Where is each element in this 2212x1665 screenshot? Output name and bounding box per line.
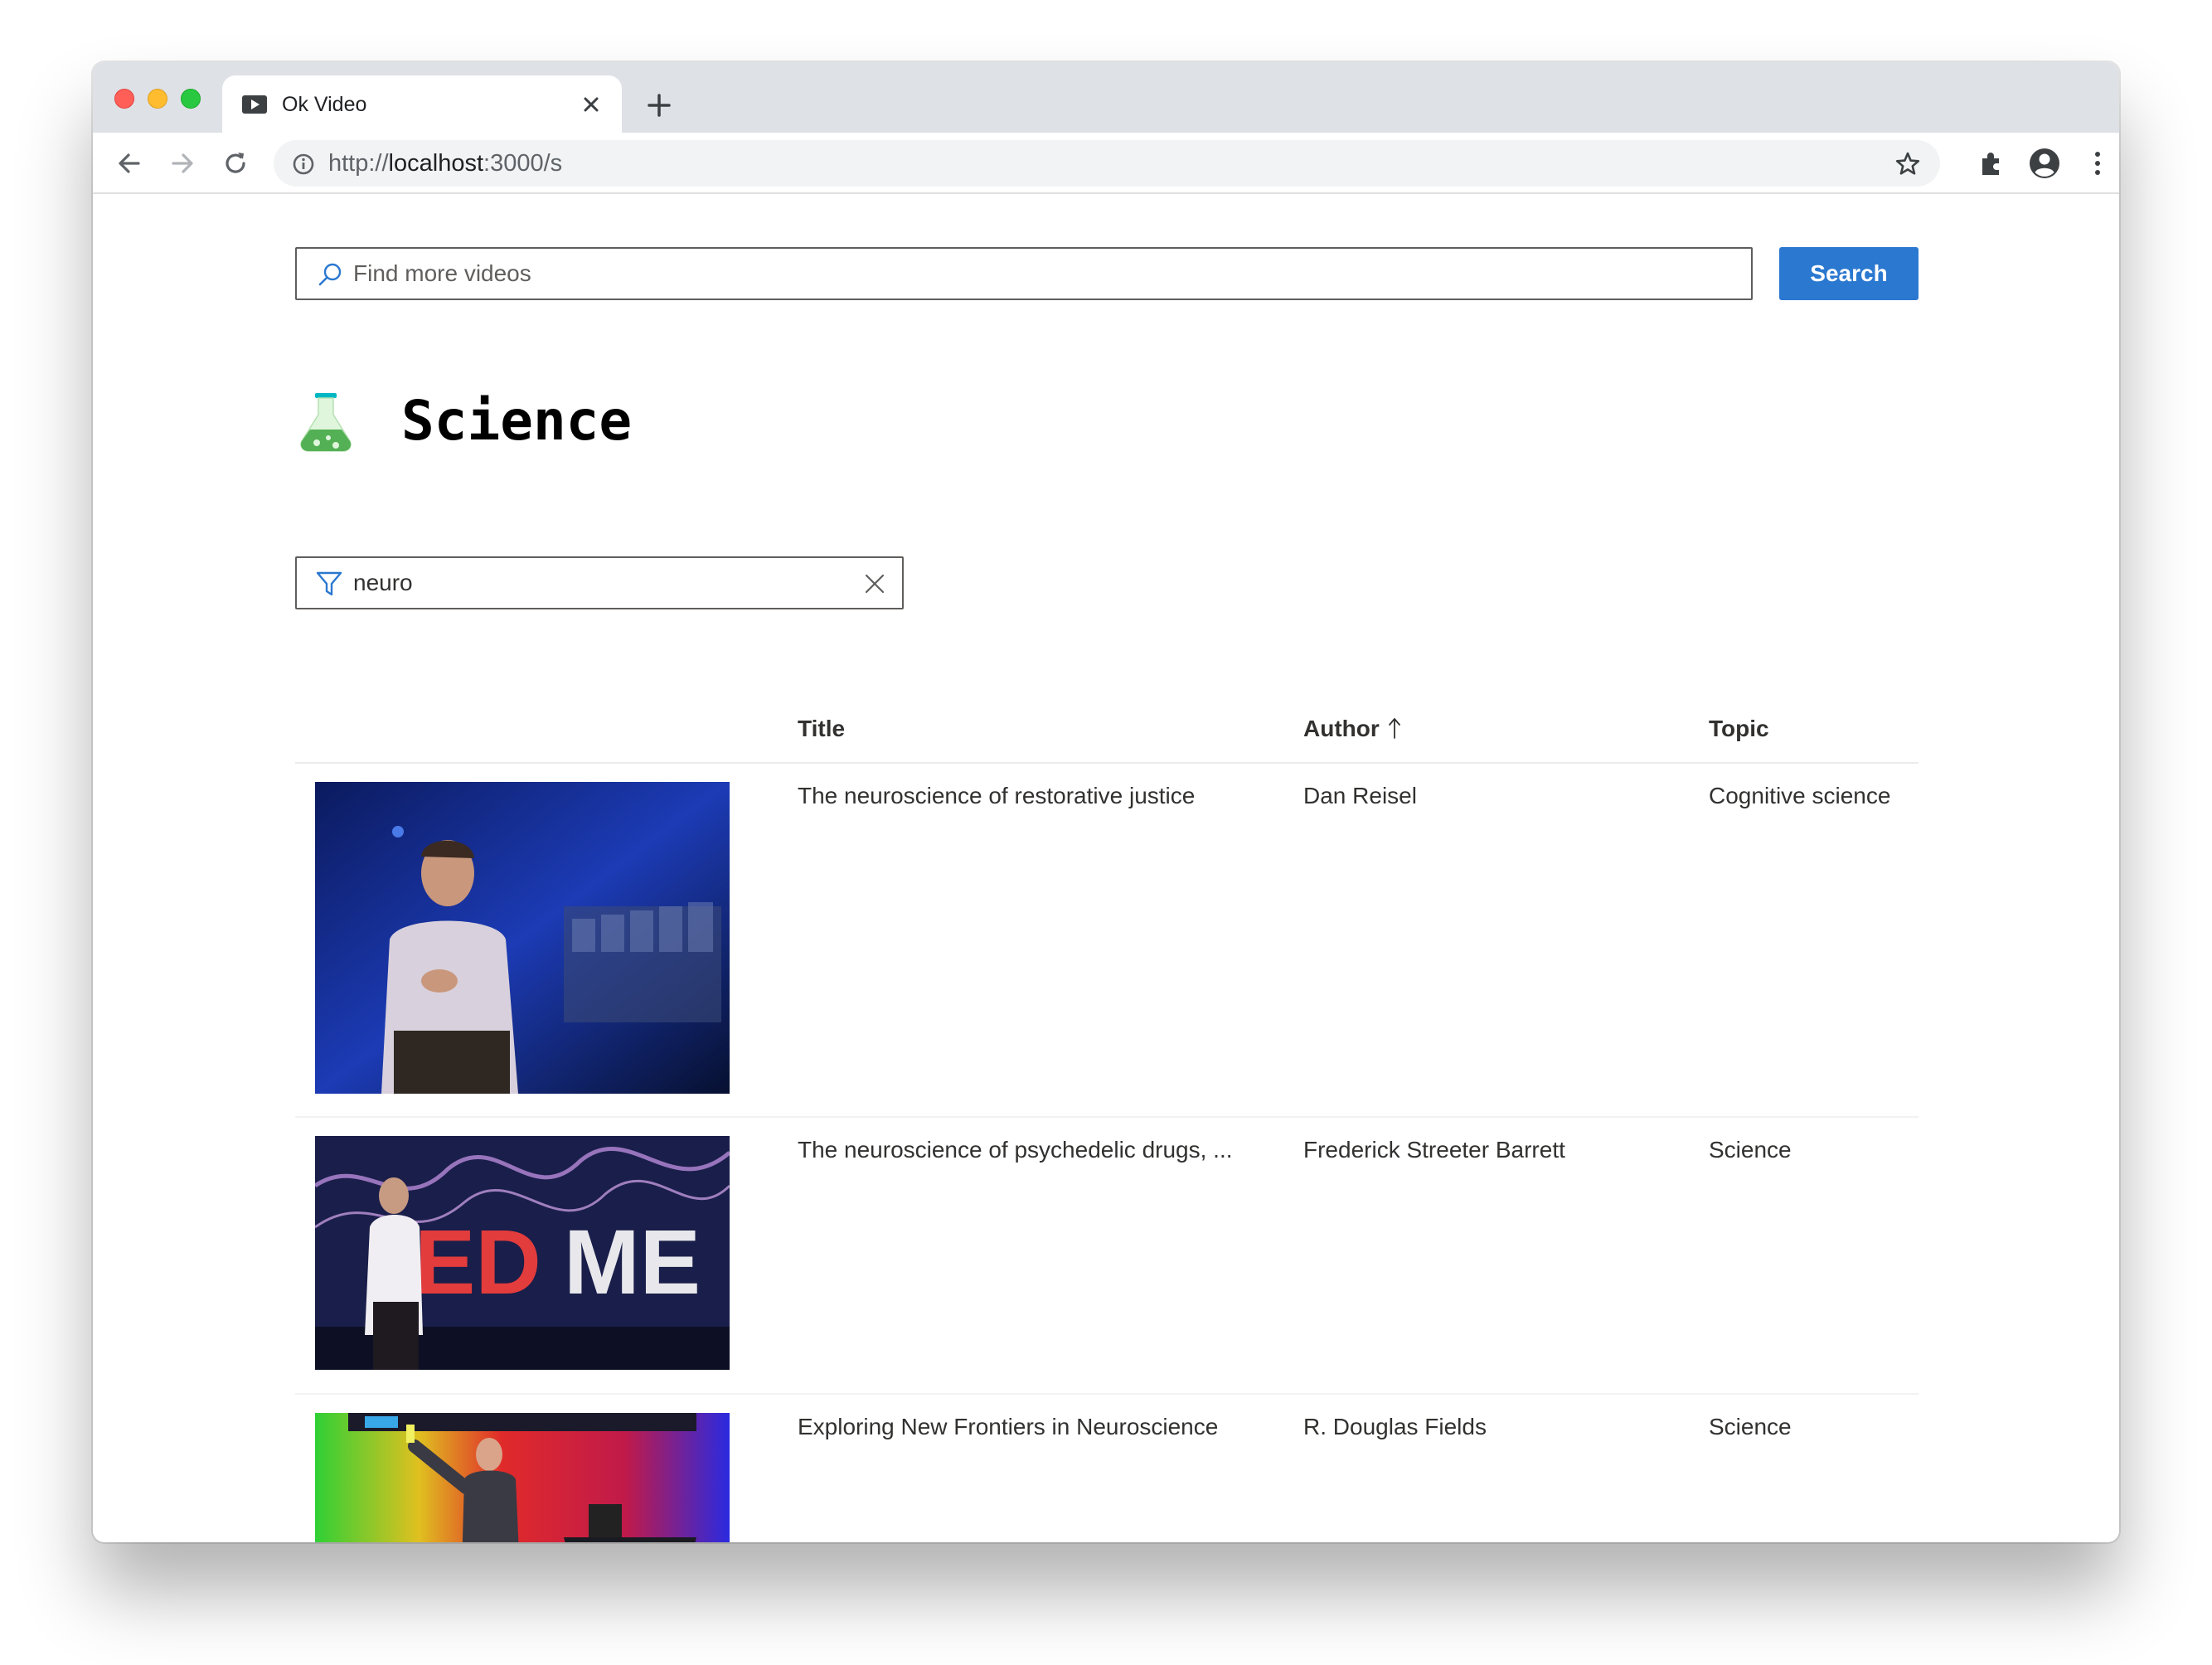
sort-ascending-arrow-icon [1388, 718, 1400, 739]
profile-avatar-icon[interactable] [2028, 147, 2061, 180]
video-title[interactable]: The neuroscience of restorative justice [798, 782, 1195, 810]
new-tab-icon[interactable] [644, 90, 674, 120]
close-window-button[interactable] [114, 89, 134, 109]
video-thumbnail[interactable]: ED ME [315, 1136, 730, 1370]
tab-strip: Ok Video [93, 62, 2119, 133]
flask-icon [300, 393, 352, 452]
address-bar[interactable]: http://localhost:3000/s [274, 140, 1940, 187]
video-author: R. Douglas Fields [1303, 1414, 1487, 1439]
search-button[interactable]: Search [1779, 247, 1919, 300]
video-author: Frederick Streeter Barrett [1303, 1137, 1565, 1163]
svg-text:ED: ED [415, 1211, 541, 1313]
column-header-topic[interactable]: Topic [1709, 715, 1769, 743]
filter-funnel-icon [316, 571, 342, 596]
filter-box[interactable] [295, 556, 904, 609]
video-favicon-icon [242, 95, 267, 114]
tab-title: Ok Video [282, 93, 367, 116]
url-text: http://localhost:3000/s [328, 150, 563, 177]
search-icon [318, 263, 342, 286]
clear-filter-icon[interactable] [862, 571, 887, 596]
video-title[interactable]: The neuroscience of psychedelic drugs, .… [798, 1136, 1233, 1164]
browser-tab[interactable]: Ok Video [222, 75, 622, 133]
column-header-author[interactable]: Author [1303, 715, 1401, 743]
search-box[interactable] [295, 247, 1753, 300]
page-title: Science [401, 389, 633, 453]
back-arrow-icon[interactable] [114, 148, 145, 179]
page-content: Search Science Title Author Topic [93, 194, 2119, 1542]
video-author: Dan Reisel [1303, 783, 1417, 808]
video-thumbnail[interactable] [315, 1413, 730, 1542]
column-header-title[interactable]: Title [798, 715, 845, 743]
table-row[interactable]: Exploring New Frontiers in Neuroscience … [295, 1395, 1919, 1542]
forward-arrow-icon[interactable] [167, 148, 198, 179]
video-topic: Cognitive science [1709, 783, 1891, 808]
table-row[interactable]: ED ME The neuroscience of psychedelic dr… [295, 1118, 1919, 1395]
extensions-puzzle-icon[interactable] [1975, 147, 2008, 180]
filter-input[interactable] [353, 558, 834, 608]
video-title[interactable]: Exploring New Frontiers in Neuroscience [798, 1413, 1218, 1441]
reload-icon[interactable] [220, 148, 251, 179]
browser-toolbar: http://localhost:3000/s [93, 133, 2119, 194]
video-thumbnail[interactable] [315, 782, 730, 1094]
bookmark-star-icon[interactable] [1894, 150, 1922, 178]
close-tab-icon[interactable] [579, 92, 604, 117]
svg-text:ME: ME [564, 1211, 701, 1313]
search-input[interactable] [353, 249, 1729, 299]
video-table: Title Author Topic The neuroscience of r… [295, 697, 1919, 1542]
maximize-window-button[interactable] [181, 89, 201, 109]
video-topic: Science [1709, 1137, 1792, 1163]
table-header: Title Author Topic [295, 697, 1919, 764]
minimize-window-button[interactable] [148, 89, 167, 109]
table-row[interactable]: The neuroscience of restorative justice … [295, 764, 1919, 1118]
browser-window: Ok Video http://localhost:3000/s Find mo… [93, 62, 2119, 1542]
info-icon[interactable] [292, 153, 315, 176]
video-topic: Science [1709, 1414, 1792, 1439]
more-menu-icon[interactable] [2081, 147, 2114, 180]
